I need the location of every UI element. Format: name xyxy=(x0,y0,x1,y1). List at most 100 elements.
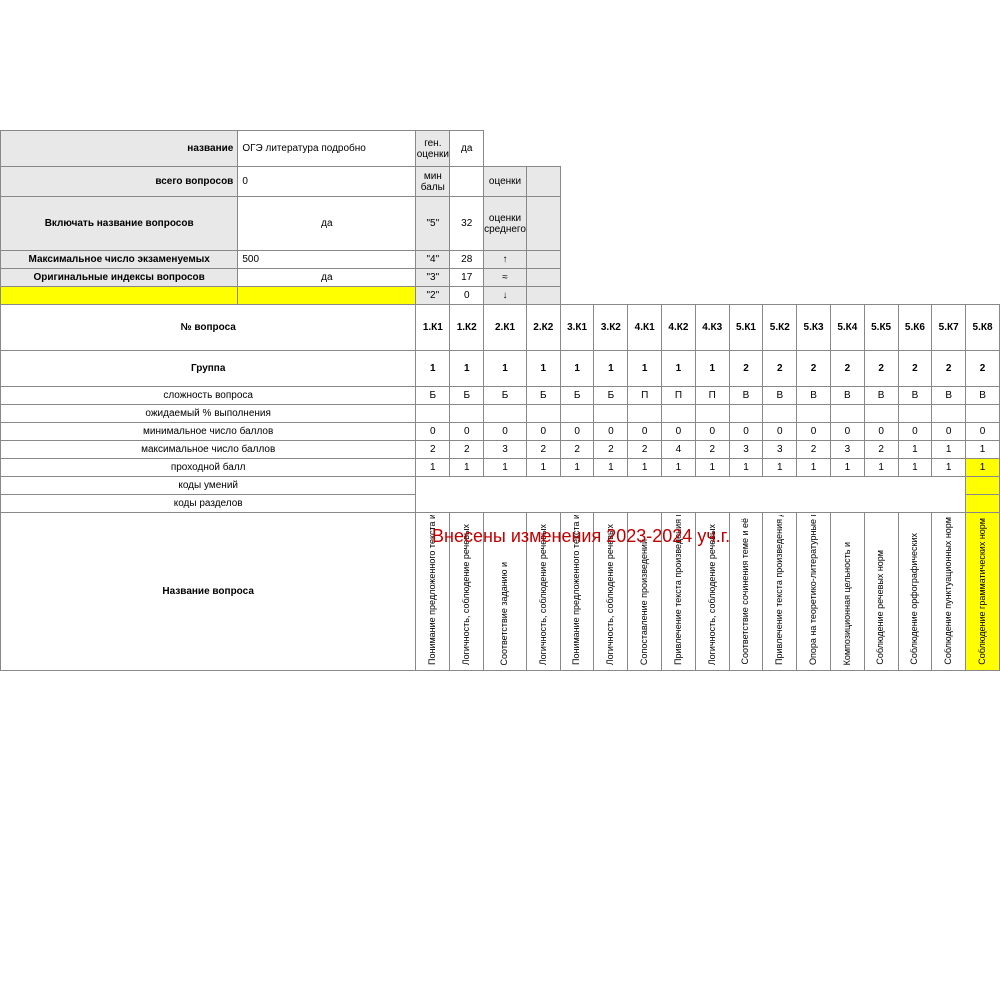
cell[interactable]: П xyxy=(662,387,696,405)
cell[interactable]: 2 xyxy=(864,351,898,387)
cell[interactable]: 0 xyxy=(695,423,729,441)
cell[interactable]: 0 xyxy=(560,423,594,441)
cell[interactable]: 0 xyxy=(966,423,1000,441)
cell[interactable]: В xyxy=(763,387,797,405)
value-total-q[interactable]: 0 xyxy=(238,167,416,197)
cell[interactable]: 2 xyxy=(830,351,864,387)
cell[interactable]: 1 xyxy=(864,459,898,477)
cell[interactable] xyxy=(416,405,450,423)
cell[interactable]: 0 xyxy=(594,423,628,441)
grade-3-val[interactable]: 17 xyxy=(450,269,484,287)
cell[interactable]: 1 xyxy=(966,441,1000,459)
cell[interactable]: 1 xyxy=(932,441,966,459)
cell[interactable]: 1 xyxy=(729,459,763,477)
cell[interactable]: 1 xyxy=(662,459,696,477)
cell[interactable]: 0 xyxy=(898,423,932,441)
cell[interactable]: 0 xyxy=(484,423,527,441)
cell[interactable]: 2 xyxy=(560,441,594,459)
cell[interactable]: 2 xyxy=(898,351,932,387)
cell[interactable]: 0 xyxy=(864,423,898,441)
cell[interactable]: 0 xyxy=(797,423,831,441)
cell[interactable]: 1 xyxy=(594,351,628,387)
cell[interactable]: 2 xyxy=(966,351,1000,387)
cell[interactable]: 4 xyxy=(662,441,696,459)
cell[interactable]: 1 xyxy=(416,351,450,387)
cell[interactable]: 1 xyxy=(797,459,831,477)
cell[interactable]: 1 xyxy=(526,459,560,477)
cell[interactable]: Б xyxy=(526,387,560,405)
cell[interactable]: 1 xyxy=(594,459,628,477)
cell[interactable]: 0 xyxy=(450,423,484,441)
cell[interactable]: 1 xyxy=(450,459,484,477)
cell[interactable]: В xyxy=(932,387,966,405)
cell[interactable]: 1 xyxy=(560,351,594,387)
vhead: Соблюдение орфографических xyxy=(898,513,932,671)
cell[interactable]: 1 xyxy=(560,459,594,477)
cell[interactable]: 0 xyxy=(628,423,662,441)
cell[interactable]: 1 xyxy=(695,459,729,477)
cell[interactable]: 1 xyxy=(932,459,966,477)
cell[interactable]: 2 xyxy=(594,441,628,459)
value-orig-idx[interactable]: да xyxy=(238,269,416,287)
cell[interactable]: 3 xyxy=(830,441,864,459)
col-header: 5.К6 xyxy=(898,305,932,351)
cell[interactable]: 1 xyxy=(628,351,662,387)
cell[interactable]: 1 xyxy=(484,459,527,477)
grade-5-val[interactable]: 32 xyxy=(450,197,484,251)
cell[interactable]: 2 xyxy=(526,441,560,459)
cell[interactable]: В xyxy=(864,387,898,405)
cell[interactable]: 1 xyxy=(628,459,662,477)
cell[interactable]: 3 xyxy=(729,441,763,459)
cell[interactable]: П xyxy=(695,387,729,405)
cell[interactable]: 1 xyxy=(662,351,696,387)
cell[interactable]: П xyxy=(628,387,662,405)
cell[interactable]: 2 xyxy=(864,441,898,459)
cell[interactable]: 1 xyxy=(450,351,484,387)
cell[interactable]: 1 xyxy=(966,459,1000,477)
cell[interactable]: 3 xyxy=(763,441,797,459)
cell[interactable]: 0 xyxy=(416,423,450,441)
cell[interactable]: 2 xyxy=(416,441,450,459)
cell[interactable]: Б xyxy=(484,387,527,405)
cell[interactable]: Б xyxy=(416,387,450,405)
cell[interactable]: В xyxy=(966,387,1000,405)
cell[interactable]: 1 xyxy=(526,351,560,387)
grade-4-val[interactable]: 28 xyxy=(450,251,484,269)
cell[interactable]: 0 xyxy=(763,423,797,441)
value-gen-grades[interactable]: да xyxy=(450,131,484,167)
cell[interactable]: 1 xyxy=(830,459,864,477)
cell[interactable]: В xyxy=(898,387,932,405)
cell[interactable]: 2 xyxy=(729,351,763,387)
cell[interactable]: 0 xyxy=(526,423,560,441)
cell[interactable]: 2 xyxy=(450,441,484,459)
cell[interactable]: 2 xyxy=(695,441,729,459)
value-name[interactable]: ОГЭ литература подробно xyxy=(238,131,416,167)
cell[interactable]: 0 xyxy=(662,423,696,441)
cell[interactable]: 2 xyxy=(797,351,831,387)
value-include-qname[interactable]: да xyxy=(238,197,416,251)
cell[interactable]: 1 xyxy=(695,351,729,387)
grid[interactable]: название ОГЭ литература подробно ген. оц… xyxy=(0,130,1000,671)
cell[interactable]: Б xyxy=(450,387,484,405)
cell[interactable]: Б xyxy=(594,387,628,405)
cell[interactable]: 0 xyxy=(830,423,864,441)
col-header: 5.К1 xyxy=(729,305,763,351)
cell[interactable]: В xyxy=(797,387,831,405)
cell[interactable]: В xyxy=(830,387,864,405)
cell[interactable]: 1 xyxy=(898,459,932,477)
value-max-examinees[interactable]: 500 xyxy=(238,251,416,269)
cell[interactable]: Б xyxy=(560,387,594,405)
cell[interactable]: 0 xyxy=(729,423,763,441)
grade-2-val[interactable]: 0 xyxy=(450,287,484,305)
cell[interactable]: В xyxy=(729,387,763,405)
cell[interactable]: 2 xyxy=(628,441,662,459)
cell[interactable]: 2 xyxy=(797,441,831,459)
cell[interactable]: 2 xyxy=(932,351,966,387)
cell[interactable]: 2 xyxy=(763,351,797,387)
cell[interactable]: 3 xyxy=(484,441,527,459)
cell[interactable]: 1 xyxy=(763,459,797,477)
cell[interactable]: 1 xyxy=(898,441,932,459)
cell[interactable]: 0 xyxy=(932,423,966,441)
cell[interactable]: 1 xyxy=(416,459,450,477)
cell[interactable]: 1 xyxy=(484,351,527,387)
